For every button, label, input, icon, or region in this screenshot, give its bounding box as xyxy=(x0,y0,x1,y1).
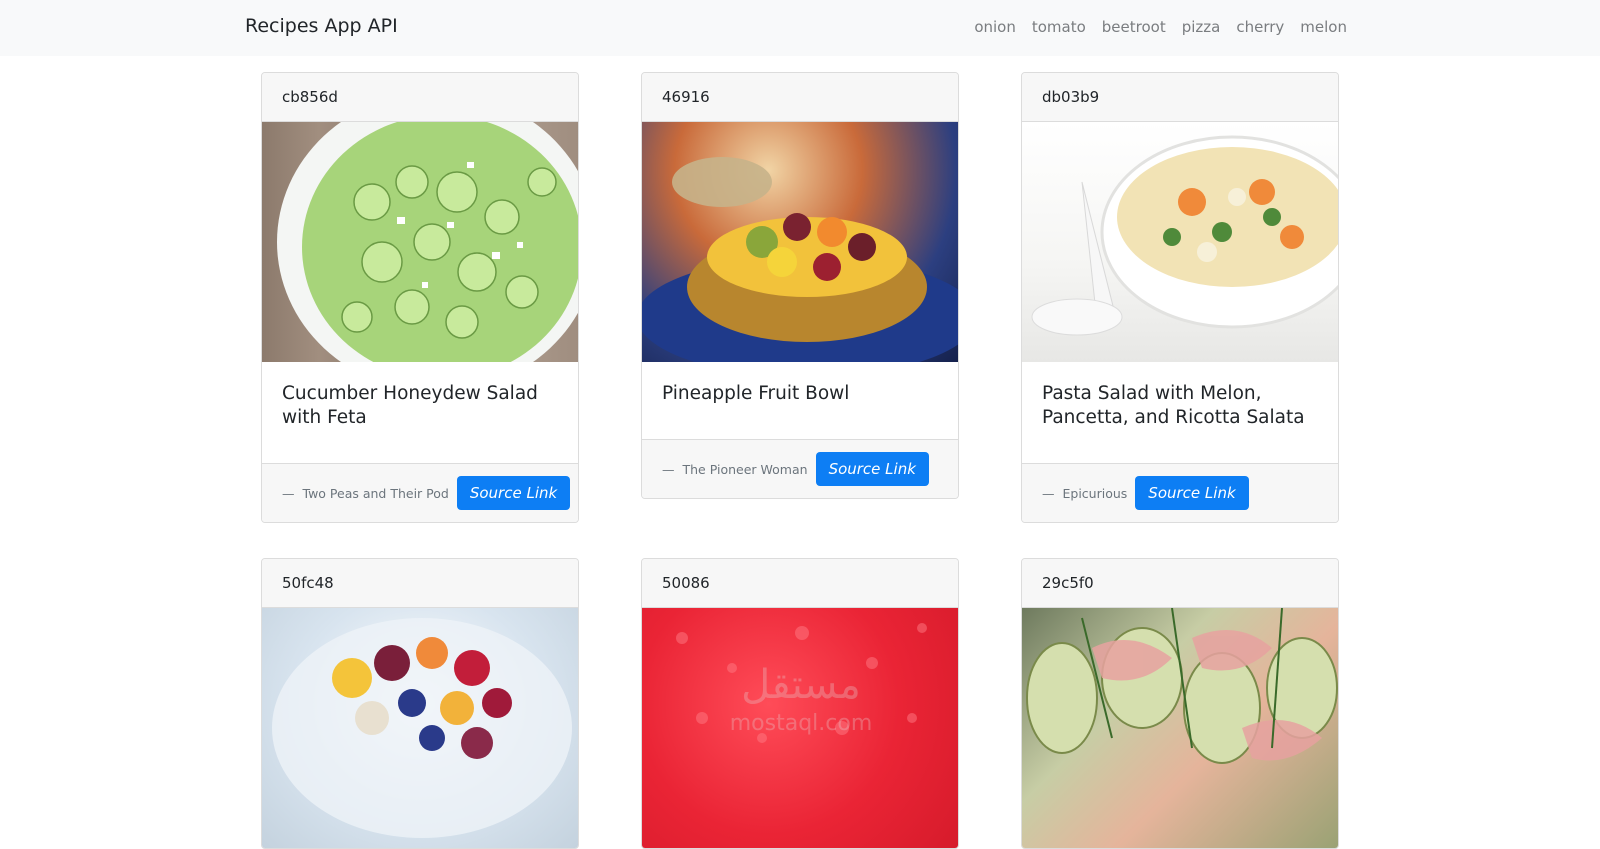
card-footer: — Two Peas and Their Pod Source Link xyxy=(262,463,578,522)
recipe-image xyxy=(1022,608,1338,848)
recipe-source: The Pioneer Woman xyxy=(682,461,808,477)
nav-link-onion[interactable]: onion xyxy=(974,18,1016,36)
recipe-card: cb856d Cucumber Honeydew Salad with Feta… xyxy=(261,72,579,523)
card-footer: — Epicurious Source Link xyxy=(1022,463,1338,522)
nav-link-beetroot[interactable]: beetroot xyxy=(1102,18,1166,36)
brand-link[interactable]: Recipes App API xyxy=(245,15,398,37)
watermark-latin: mostaql.com xyxy=(730,711,873,736)
card-body: Cucumber Honeydew Salad with Feta xyxy=(262,362,578,463)
recipe-source: Epicurious xyxy=(1062,485,1128,501)
recipe-image xyxy=(262,608,578,848)
recipe-image: مستقل mostaql.com xyxy=(642,608,958,848)
recipe-image xyxy=(642,122,958,362)
recipe-card: 50086 مستقل mostaql.com xyxy=(641,558,959,849)
melon-prosciutto-illustration xyxy=(1026,608,1338,764)
recipe-title: Cucumber Honeydew Salad with Feta xyxy=(282,383,538,429)
recipe-card: db03b9 Pasta Salad with Melon, Pancetta,… xyxy=(1021,72,1339,523)
recipe-title: Pasta Salad with Melon, Pancetta, and Ri… xyxy=(1042,383,1305,429)
card-footer: — The Pioneer Woman Source Link xyxy=(642,439,958,498)
source-dash: — xyxy=(282,485,295,501)
card-header: 29c5f0 xyxy=(1022,559,1338,608)
nav-link-melon[interactable]: melon xyxy=(1300,18,1347,36)
pasta-salad-illustration xyxy=(1031,135,1338,336)
watermark-logo: مستقل mostaql.com xyxy=(730,662,873,736)
navbar: Recipes App API onion tomato beetroot pi… xyxy=(0,0,1600,56)
recipe-card: 50fc48 xyxy=(261,558,579,849)
card-header: 50fc48 xyxy=(262,559,578,608)
watermark-arabic: مستقل xyxy=(741,662,861,708)
cucumber-salad-illustration xyxy=(277,122,578,362)
card-header: cb856d xyxy=(262,73,578,122)
source-dash: — xyxy=(662,461,675,477)
recipe-card: 29c5f0 xyxy=(1021,558,1339,849)
nav-links: onion tomato beetroot pizza cherry melon xyxy=(974,18,1347,36)
card-header: 46916 xyxy=(642,73,958,122)
nav-link-cherry[interactable]: cherry xyxy=(1236,18,1284,36)
fruit-salad-illustration xyxy=(272,618,572,838)
nav-link-tomato[interactable]: tomato xyxy=(1032,18,1086,36)
recipe-image xyxy=(1022,122,1338,362)
recipe-card: 46916 Pineapple Fruit Bowl — The Pioneer… xyxy=(641,72,959,499)
granita-illustration: مستقل mostaql.com xyxy=(676,623,927,743)
pineapple-bowl-illustration xyxy=(642,157,958,362)
card-header: db03b9 xyxy=(1022,73,1338,122)
recipe-title: Pineapple Fruit Bowl xyxy=(662,383,850,404)
recipe-image xyxy=(262,122,578,362)
card-header: 50086 xyxy=(642,559,958,608)
source-link-button[interactable]: Source Link xyxy=(815,452,929,486)
source-link-button[interactable]: Source Link xyxy=(456,476,571,510)
card-body: Pasta Salad with Melon, Pancetta, and Ri… xyxy=(1022,362,1338,463)
nav-link-pizza[interactable]: pizza xyxy=(1182,18,1221,36)
recipe-source: Two Peas and Their Pod xyxy=(302,485,449,501)
source-link-button[interactable]: Source Link xyxy=(1135,476,1249,510)
card-body: Pineapple Fruit Bowl xyxy=(642,362,958,439)
source-dash: — xyxy=(1042,485,1055,501)
